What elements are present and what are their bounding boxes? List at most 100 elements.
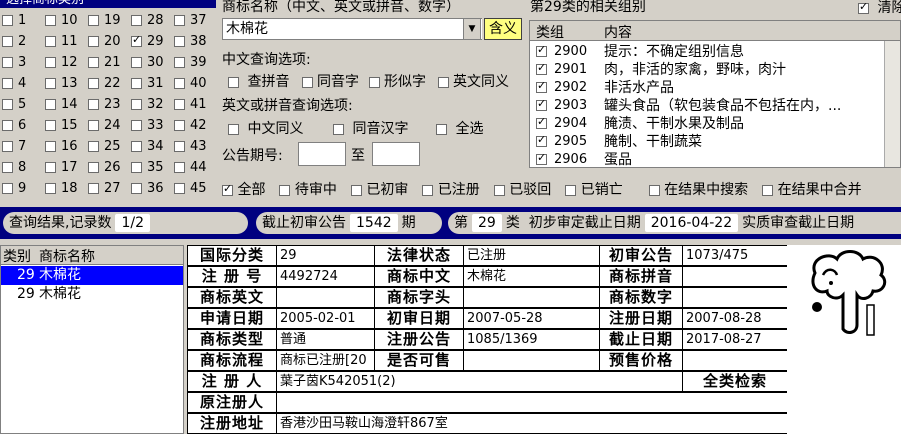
checkbox[interactable] xyxy=(2,78,13,89)
cn-option-homophone[interactable]: 同音字 xyxy=(302,71,359,91)
col-name[interactable]: 商标名称 xyxy=(39,246,95,266)
checkbox[interactable] xyxy=(131,33,142,47)
checkbox[interactable] xyxy=(131,120,142,131)
checkbox[interactable] xyxy=(2,141,13,152)
class-checkbox-38[interactable]: 38 xyxy=(172,31,216,52)
checkbox[interactable] xyxy=(45,162,56,173)
checkbox[interactable] xyxy=(2,162,13,173)
checkbox[interactable] xyxy=(45,78,56,89)
class-checkbox-37[interactable]: 37 xyxy=(172,10,216,31)
group-row[interactable]: 2903罐头食品（软包装食品不包括在内，... xyxy=(530,97,900,115)
period-from-input[interactable] xyxy=(298,142,346,166)
clear-checkbox[interactable]: 清除 xyxy=(858,0,901,17)
checkbox[interactable] xyxy=(536,133,547,147)
checkbox[interactable] xyxy=(2,15,13,26)
checkbox[interactable] xyxy=(174,36,185,47)
checkbox[interactable] xyxy=(174,162,185,173)
checkbox[interactable] xyxy=(45,99,56,110)
checkbox[interactable] xyxy=(131,78,142,89)
group-row[interactable]: 2906蛋品 xyxy=(530,151,900,167)
class-checkbox-44[interactable]: 44 xyxy=(172,157,216,178)
period-to-input[interactable] xyxy=(372,142,420,166)
checkbox[interactable] xyxy=(493,184,505,196)
filter-6[interactable]: 在结果中搜索 xyxy=(648,182,748,198)
cn-option-similar-shape[interactable]: 形似字 xyxy=(369,71,426,91)
checkbox[interactable] xyxy=(228,123,239,135)
filter-1[interactable]: 待审中 xyxy=(279,182,337,198)
checkbox[interactable] xyxy=(88,141,99,152)
col-class[interactable]: 类别 xyxy=(3,246,31,266)
cn-option-en-synonym[interactable]: 英文同义 xyxy=(438,71,509,91)
checkbox[interactable] xyxy=(302,76,313,88)
checkbox[interactable] xyxy=(222,182,233,196)
en-option-select-all[interactable]: 全选 xyxy=(436,118,483,138)
checkbox[interactable] xyxy=(131,99,142,110)
meaning-button[interactable]: 含义 xyxy=(484,18,522,40)
checkbox[interactable] xyxy=(536,151,547,165)
checkbox[interactable] xyxy=(2,57,13,68)
filter-2[interactable]: 已初审 xyxy=(350,182,408,198)
filter-5[interactable]: 已销亡 xyxy=(565,182,623,198)
checkbox[interactable] xyxy=(2,183,13,194)
checkbox[interactable] xyxy=(174,99,185,110)
groups-scrollbar[interactable] xyxy=(884,41,900,167)
class-checkbox-39[interactable]: 39 xyxy=(172,52,216,73)
result-row[interactable]: 29 木棉花 xyxy=(1,266,183,285)
checkbox[interactable] xyxy=(45,141,56,152)
checkbox[interactable] xyxy=(174,78,185,89)
checkbox[interactable] xyxy=(858,0,869,14)
checkbox[interactable] xyxy=(131,57,142,68)
checkbox[interactable] xyxy=(438,76,449,88)
checkbox[interactable] xyxy=(131,162,142,173)
class-checkbox-45[interactable]: 45 xyxy=(172,178,216,199)
class-checkbox-41[interactable]: 41 xyxy=(172,94,216,115)
checkbox[interactable] xyxy=(228,76,239,88)
checkbox[interactable] xyxy=(369,76,380,88)
checkbox[interactable] xyxy=(88,78,99,89)
checkbox[interactable] xyxy=(2,99,13,110)
checkbox[interactable] xyxy=(88,57,99,68)
checkbox[interactable] xyxy=(88,99,99,110)
checkbox[interactable] xyxy=(536,97,547,111)
group-row[interactable]: 2900提示：不确定组别信息 xyxy=(530,43,900,61)
checkbox[interactable] xyxy=(536,43,547,57)
checkbox[interactable] xyxy=(45,120,56,131)
checkbox[interactable] xyxy=(536,79,547,93)
checkbox[interactable] xyxy=(174,120,185,131)
filter-3[interactable]: 已注册 xyxy=(422,182,480,198)
checkbox[interactable] xyxy=(45,15,56,26)
checkbox[interactable] xyxy=(536,61,547,75)
full-search-button[interactable]: 全类检索 xyxy=(682,371,788,392)
checkbox[interactable] xyxy=(88,36,99,47)
checkbox[interactable] xyxy=(174,57,185,68)
checkbox[interactable] xyxy=(174,183,185,194)
checkbox[interactable] xyxy=(350,184,362,196)
class-checkbox-42[interactable]: 42 xyxy=(172,115,216,136)
checkbox[interactable] xyxy=(333,123,344,135)
en-option-cn-synonym[interactable]: 中文同义 xyxy=(228,118,303,138)
filter-4[interactable]: 已驳回 xyxy=(493,182,551,198)
checkbox[interactable] xyxy=(174,15,185,26)
checkbox[interactable] xyxy=(131,15,142,26)
col-content[interactable]: 内容 xyxy=(604,22,632,42)
result-row[interactable]: 29 木棉花 xyxy=(1,285,183,304)
checkbox[interactable] xyxy=(45,36,56,47)
group-row[interactable]: 2902非活水产品 xyxy=(530,79,900,97)
checkbox[interactable] xyxy=(648,184,660,196)
checkbox[interactable] xyxy=(88,162,99,173)
checkbox[interactable] xyxy=(45,183,56,194)
checkbox[interactable] xyxy=(131,141,142,152)
checkbox[interactable] xyxy=(88,183,99,194)
checkbox[interactable] xyxy=(88,15,99,26)
group-row[interactable]: 2904腌渍、干制水果及制品 xyxy=(530,115,900,133)
group-row[interactable]: 2905腌制、干制蔬菜 xyxy=(530,133,900,151)
checkbox[interactable] xyxy=(565,184,577,196)
checkbox[interactable] xyxy=(2,120,13,131)
cn-option-pinyin[interactable]: 查拼音 xyxy=(228,71,289,91)
checkbox[interactable] xyxy=(436,123,447,135)
col-group[interactable]: 类组 xyxy=(536,22,564,42)
checkbox[interactable] xyxy=(536,115,547,129)
trademark-name-input[interactable]: 木棉花 xyxy=(222,18,482,40)
filter-0[interactable]: 全部 xyxy=(222,182,265,198)
checkbox[interactable] xyxy=(279,184,291,196)
